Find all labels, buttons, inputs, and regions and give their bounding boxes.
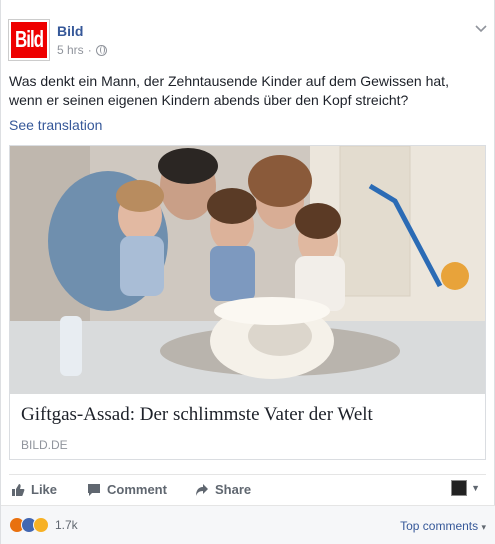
thumbs-up-icon	[12, 483, 25, 496]
comment-label: Comment	[107, 482, 167, 497]
comment-button[interactable]: Comment	[87, 482, 167, 497]
see-translation-link[interactable]: See translation	[9, 117, 102, 133]
globe-icon	[95, 44, 107, 56]
post-as-selector[interactable]: ▼	[451, 480, 480, 496]
post-time[interactable]: 5 hrs	[57, 43, 84, 57]
comment-icon	[88, 483, 100, 496]
caret-down-icon: ▼	[471, 483, 480, 493]
post-card: Bild Bild 5 hrs · Was denkt ein Mann, de…	[0, 0, 495, 544]
page-logo[interactable]: Bild	[8, 19, 50, 61]
post-meta: 5 hrs ·	[57, 43, 107, 57]
chevron-down-icon[interactable]	[475, 20, 487, 36]
share-button[interactable]: Share	[195, 482, 251, 497]
sad-reaction-icon	[33, 517, 49, 533]
share-label: Share	[215, 482, 252, 497]
avatar	[451, 480, 468, 496]
post-message: Was denkt ein Mann, der Zehntausende Kin…	[9, 73, 449, 108]
link-domain: BILD.DE	[21, 438, 68, 452]
reaction-count: 1.7k	[55, 518, 78, 532]
share-arrow-icon	[196, 483, 208, 496]
page-name-link[interactable]: Bild	[57, 23, 83, 39]
top-comments-label: Top comments	[400, 519, 479, 533]
reactions-footer: 1.7k Top comments ▾	[1, 505, 495, 544]
post-header: Bild Bild 5 hrs ·	[8, 19, 487, 62]
link-preview-image[interactable]	[10, 146, 485, 394]
like-label: Like	[31, 482, 58, 497]
caret-down-icon: ▾	[481, 522, 486, 532]
logo-wordmark: Bild	[14, 26, 44, 53]
meta-separator: ·	[87, 43, 92, 57]
action-bar: Like Comment Share ▼	[9, 474, 486, 504]
like-button[interactable]: Like	[11, 482, 57, 497]
top-comments-dropdown[interactable]: Top comments ▾	[400, 519, 486, 533]
link-title[interactable]: Giftgas-Assad: Der schlimmste Vater der …	[21, 404, 373, 426]
reactions-summary[interactable]: 1.7k	[9, 517, 78, 533]
link-preview-card[interactable]: Giftgas-Assad: Der schlimmste Vater der …	[9, 145, 486, 460]
